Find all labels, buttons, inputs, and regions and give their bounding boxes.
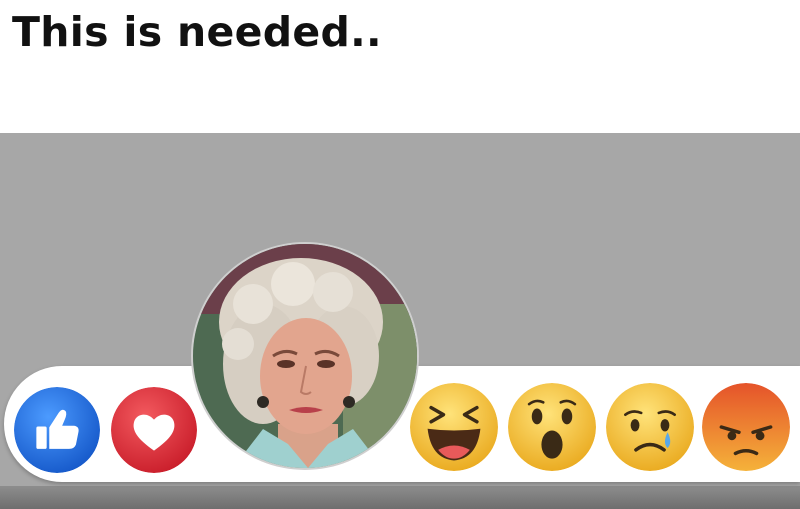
laughing-face-icon[interactable] — [410, 383, 498, 471]
thumbs-up-icon[interactable] — [14, 387, 100, 473]
surprised-face-icon[interactable] — [508, 383, 596, 471]
angry-face-icon[interactable] — [702, 383, 790, 471]
meme-caption: This is needed.. — [12, 8, 382, 56]
portrait-avatar[interactable] — [193, 244, 417, 468]
caption-area: This is needed.. — [0, 0, 800, 133]
heart-icon[interactable] — [111, 387, 197, 473]
sad-face-icon[interactable] — [606, 383, 694, 471]
bottom-strip — [0, 486, 800, 509]
